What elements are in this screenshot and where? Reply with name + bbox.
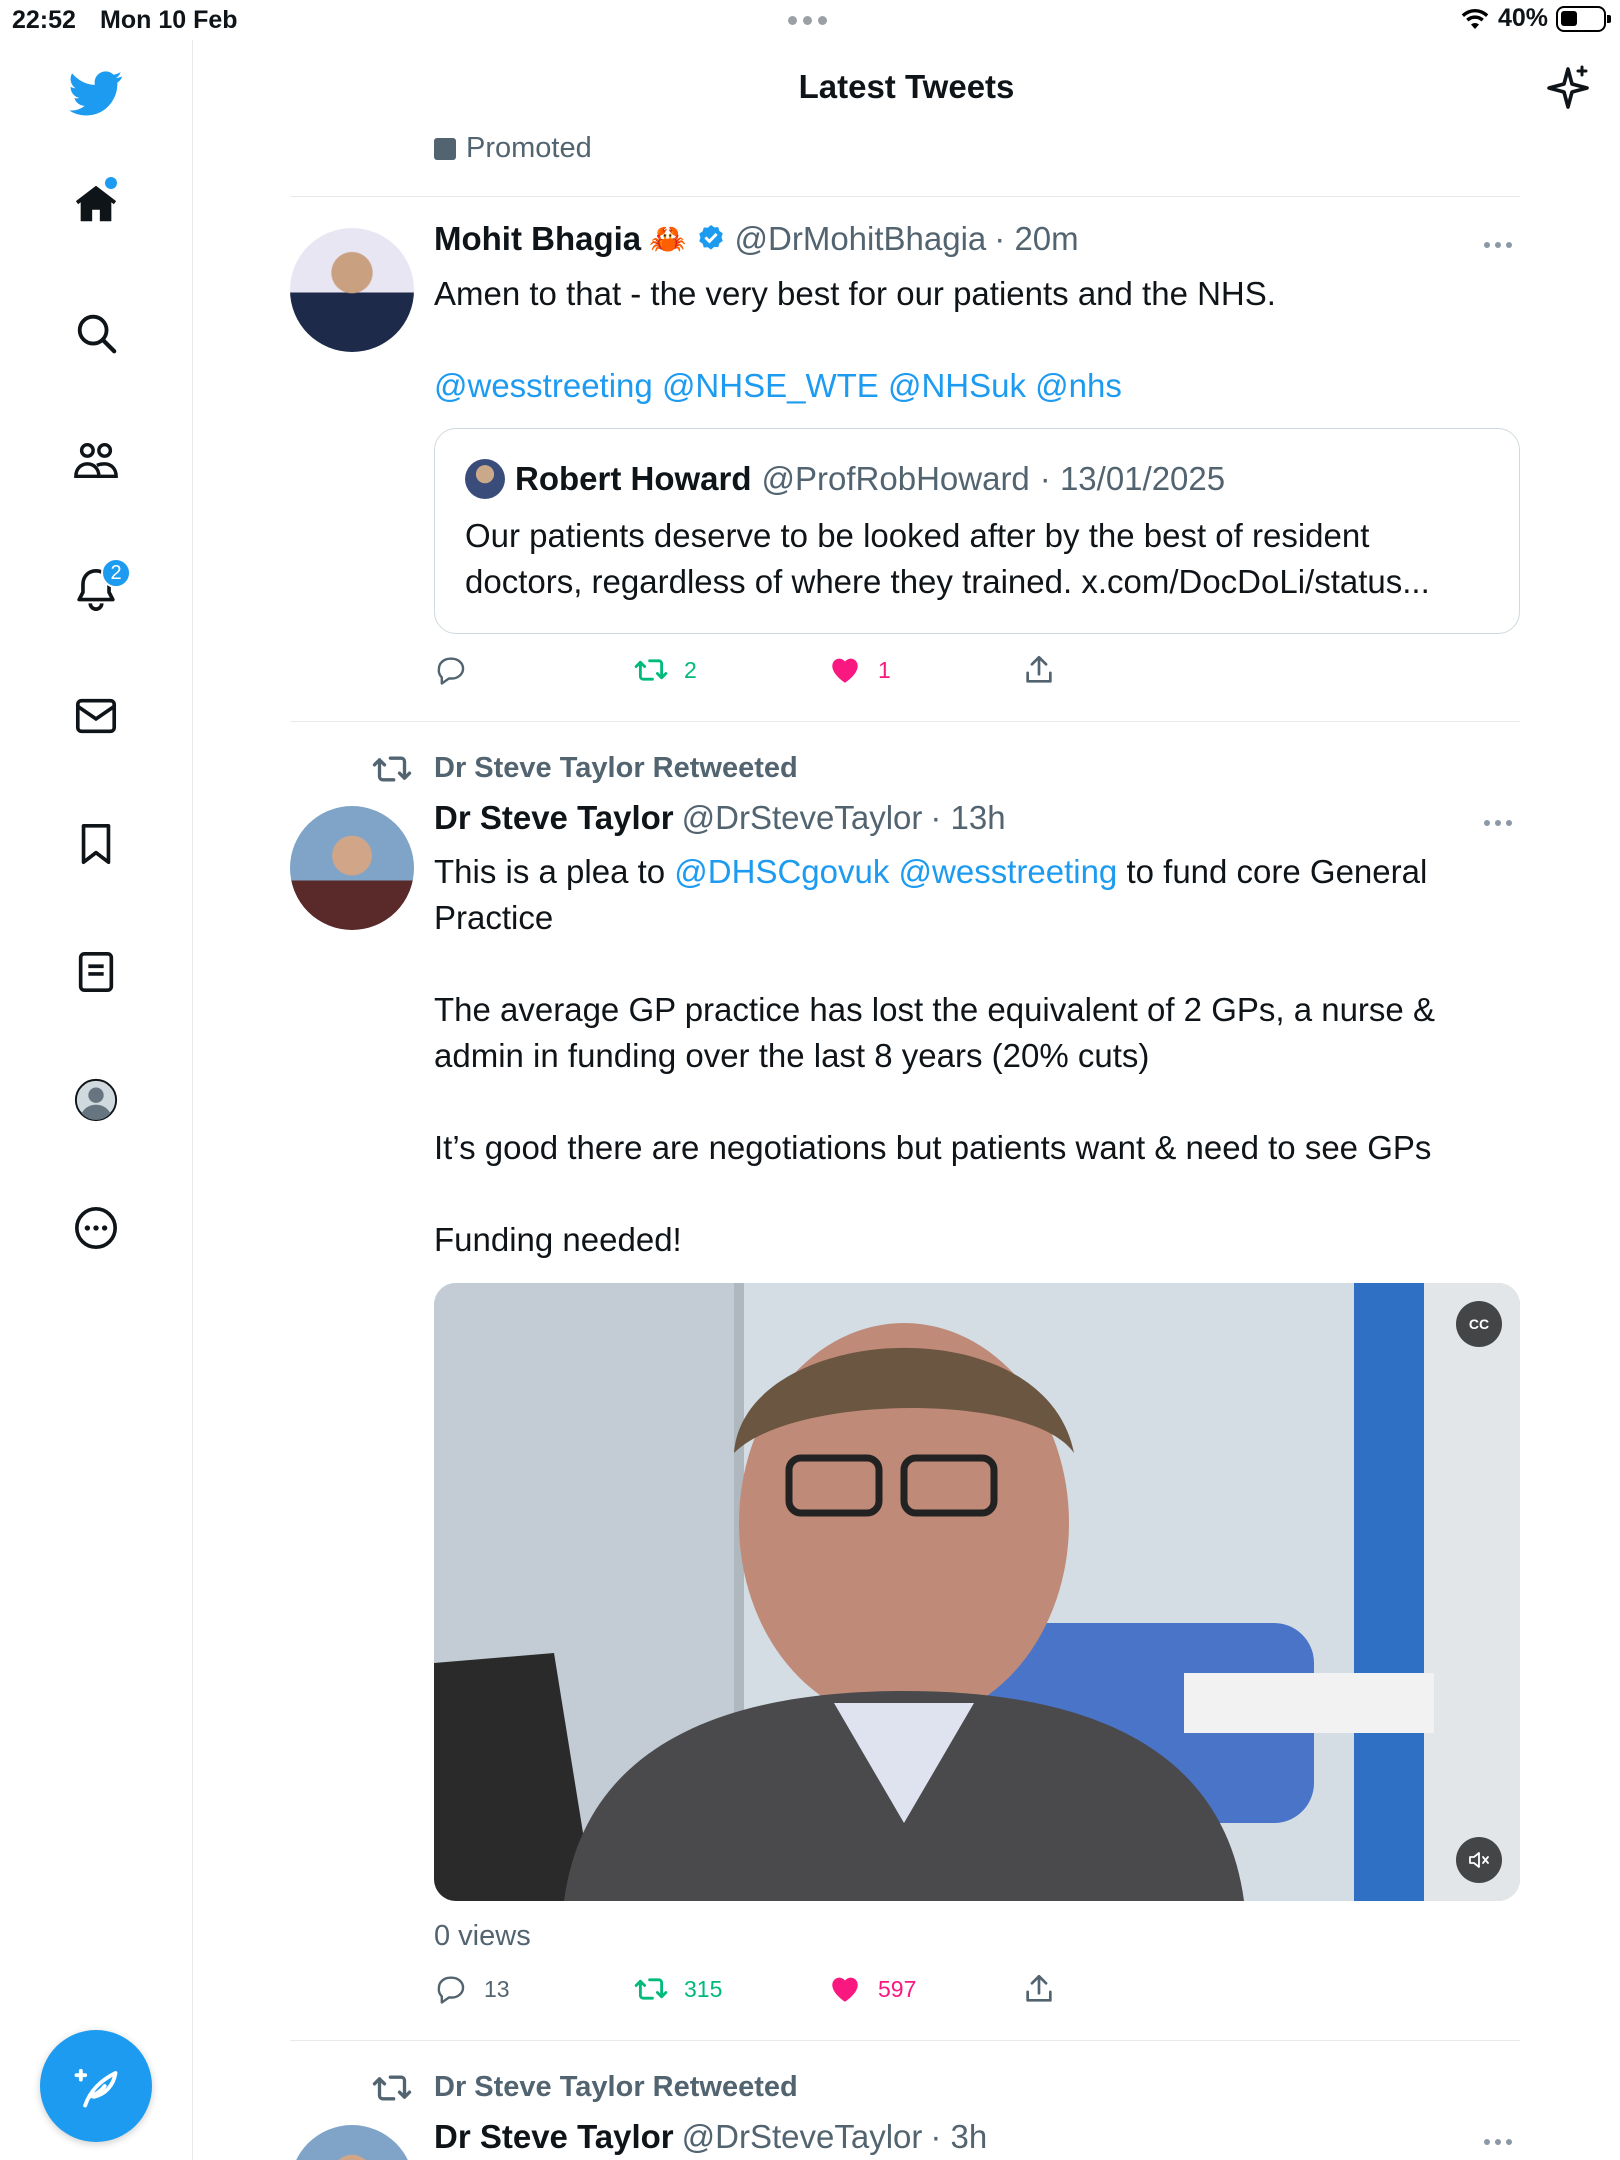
- communities-icon[interactable]: [65, 430, 127, 492]
- tweet-time: · 13h: [930, 799, 1006, 836]
- mention-link[interactable]: @NHSuk: [888, 367, 1026, 404]
- author-name[interactable]: Mohit Bhagia: [434, 220, 641, 258]
- battery-percent: 40%: [1497, 4, 1548, 32]
- share-button[interactable]: [1022, 653, 1056, 687]
- multitasking-dots[interactable]: [788, 16, 827, 25]
- status-bar: 22:52 Mon 10 Feb 40%: [0, 0, 1620, 40]
- status-right: 40%: [1460, 4, 1611, 33]
- battery-icon: [1556, 5, 1611, 32]
- divider: [290, 196, 1520, 197]
- retweet-icon: [634, 659, 668, 681]
- mention-link[interactable]: @DHSCgovuk: [674, 853, 889, 890]
- retweet-button[interactable]: 2: [634, 653, 697, 687]
- verified-badge-icon: [698, 225, 723, 250]
- quoted-tweet-text: Our patients deserve to be looked after …: [465, 517, 1430, 600]
- quoted-tweet-date: · 13/01/2025: [1039, 460, 1226, 497]
- share-button[interactable]: [1022, 1972, 1056, 2006]
- retweet-count: 315: [684, 1975, 723, 2002]
- author-handle[interactable]: @DrSteveTaylor: [682, 799, 923, 837]
- status-date: Mon 10 Feb: [100, 6, 238, 34]
- author-handle[interactable]: @DrSteveTaylor: [682, 2118, 923, 2156]
- like-button[interactable]: 1: [828, 653, 891, 687]
- mention-link[interactable]: @wesstreeting: [434, 367, 653, 404]
- heart-icon: [832, 658, 858, 683]
- like-count: 597: [878, 1975, 917, 2002]
- sparkle-icon[interactable]: [1544, 64, 1592, 112]
- video-frame: [434, 1283, 1520, 1901]
- divider: [290, 2040, 1520, 2041]
- quoted-tweet-header: Robert Howard @ProfRobHoward · 13/01/202…: [465, 459, 1225, 499]
- tweet-mentions: @wesstreeting @NHSE_WTE @NHSuk @nhs: [434, 363, 1514, 409]
- mention-link[interactable]: @NHSE_WTE: [662, 367, 879, 404]
- like-count: 1: [878, 656, 891, 683]
- profile-avatar-icon[interactable]: [65, 1069, 127, 1131]
- tweet-header: Dr Steve Taylor @DrSteveTaylor · 3h: [434, 2118, 987, 2156]
- reply-button[interactable]: [434, 653, 468, 687]
- retweet-small-icon: [372, 756, 412, 781]
- bookmarks-icon[interactable]: [65, 813, 127, 875]
- muted-speaker-icon: [1469, 1852, 1489, 1868]
- reply-icon: [437, 1976, 465, 2004]
- tweet-actions: 2 1: [434, 653, 1520, 693]
- tweet-more-button[interactable]: [1484, 239, 1520, 251]
- author-name[interactable]: Dr Steve Taylor: [434, 799, 674, 837]
- crab-emoji: 🦀: [649, 222, 687, 256]
- tweet-time: · 20m: [994, 220, 1079, 257]
- share-icon: [1026, 1974, 1052, 2002]
- status-time: 22:52: [12, 6, 76, 34]
- twitter-logo-icon[interactable]: [65, 62, 127, 124]
- sidebar: 2: [0, 40, 193, 2160]
- avatar[interactable]: [290, 806, 414, 930]
- quoted-author-name: Robert Howard: [515, 460, 752, 497]
- tweet-time: · 3h: [930, 2118, 988, 2155]
- tweet-text: This is a plea to @DHSCgovuk @wesstreeti…: [434, 853, 1435, 1258]
- retweet-button[interactable]: 315: [634, 1972, 722, 2006]
- more-options-icon[interactable]: [65, 1197, 127, 1259]
- divider: [290, 721, 1520, 722]
- quoted-author-handle: @ProfRobHoward: [761, 460, 1030, 497]
- retweeted-by-label: Dr Steve Taylor Retweeted: [372, 2071, 798, 2104]
- messages-icon[interactable]: [65, 685, 127, 747]
- retweet-small-icon: [372, 2075, 412, 2100]
- promoted-arrow-icon: [434, 137, 456, 160]
- share-icon: [1026, 655, 1052, 683]
- home-unread-dot: [105, 177, 117, 189]
- retweeted-by-label: Dr Steve Taylor Retweeted: [372, 752, 798, 785]
- reply-icon: [437, 657, 465, 685]
- like-button[interactable]: 597: [828, 1972, 916, 2006]
- tweet-actions: 13 315 597: [434, 1972, 1520, 2012]
- notifications-badge: 2: [101, 558, 131, 588]
- wifi-icon: [1461, 8, 1489, 29]
- reply-button[interactable]: 13: [434, 1972, 510, 2006]
- reply-count: 13: [484, 1975, 510, 2002]
- mention-link[interactable]: @wesstreeting: [899, 853, 1118, 890]
- tweet-header: Mohit Bhagia 🦀 @DrMohitBhagia · 20m: [434, 220, 1079, 258]
- author-name[interactable]: Dr Steve Taylor: [434, 2118, 674, 2156]
- avatar[interactable]: [290, 2125, 414, 2160]
- author-handle[interactable]: @DrMohitBhagia: [735, 220, 987, 258]
- notifications-icon[interactable]: 2: [65, 558, 131, 620]
- avatar[interactable]: [290, 228, 414, 352]
- mention-link[interactable]: @nhs: [1035, 367, 1122, 404]
- tweet-header: Dr Steve Taylor @DrSteveTaylor · 13h: [434, 799, 1006, 837]
- compose-feather-icon: [74, 2068, 118, 2108]
- mute-button[interactable]: [1456, 1837, 1502, 1883]
- tweet-text: Amen to that - the very best for our pat…: [434, 275, 1276, 312]
- retweet-count: 2: [684, 656, 697, 683]
- captions-button[interactable]: CC: [1456, 1301, 1502, 1347]
- quoted-tweet-card[interactable]: Robert Howard @ProfRobHoward · 13/01/202…: [434, 428, 1520, 634]
- view-count: 0 views: [434, 1920, 531, 1952]
- search-icon[interactable]: [65, 302, 127, 364]
- page-title: Latest Tweets: [798, 68, 1015, 105]
- tweet-more-button[interactable]: [1484, 2136, 1520, 2148]
- lists-icon[interactable]: [65, 941, 127, 1003]
- quoted-avatar: [465, 459, 505, 499]
- compose-tweet-button[interactable]: [40, 2030, 152, 2142]
- promoted-label: Promoted: [434, 132, 592, 165]
- heart-icon: [832, 1977, 858, 2002]
- retweet-icon: [634, 1978, 668, 2000]
- tweet-video[interactable]: CC: [434, 1283, 1520, 1901]
- home-icon[interactable]: [65, 173, 127, 235]
- tweet-more-button[interactable]: [1484, 817, 1520, 829]
